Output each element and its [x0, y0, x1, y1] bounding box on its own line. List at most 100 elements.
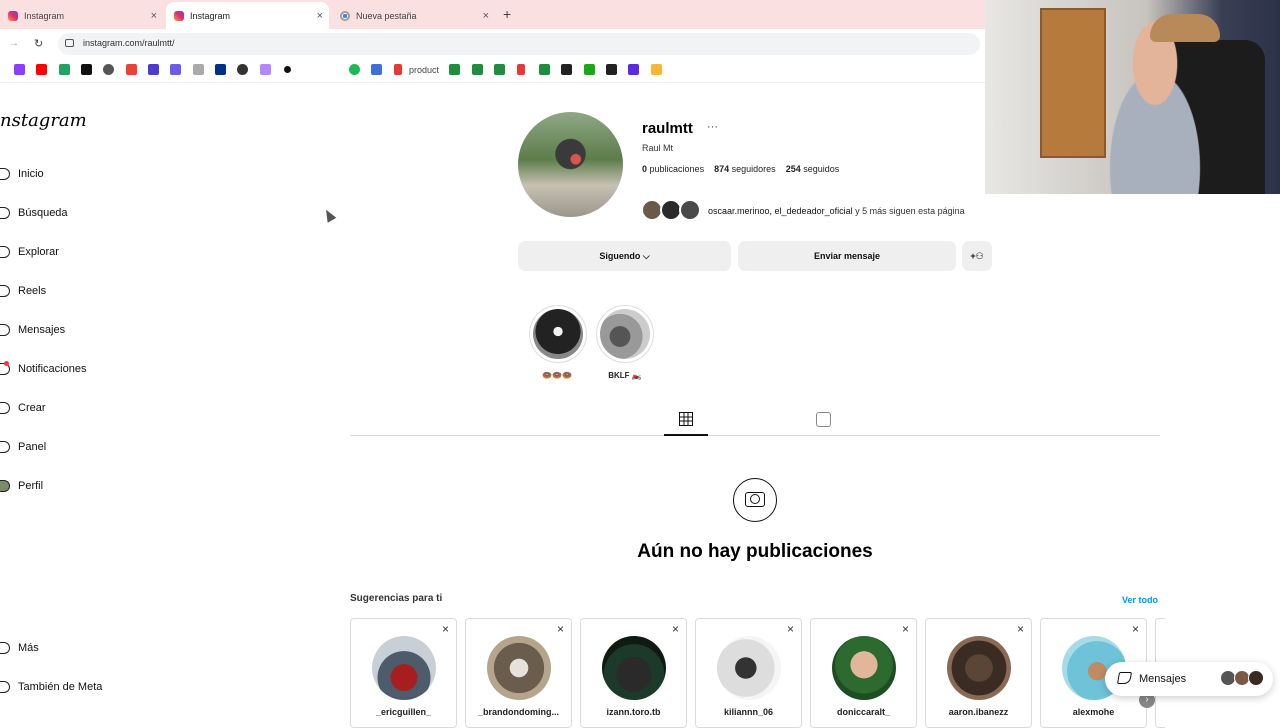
messages-pill-label[interactable]: Mensajes	[1139, 673, 1186, 685]
bookmark-icon[interactable]	[284, 66, 291, 73]
suggestion-avatar[interactable]	[602, 636, 666, 700]
suggestion-card[interactable]: × aaron.ibanezz	[925, 618, 1032, 728]
close-tab-icon[interactable]: ×	[317, 10, 323, 22]
sidebar-item-mensajes[interactable]: Mensajes	[0, 319, 65, 341]
address-bar[interactable]	[58, 33, 980, 55]
bookmark-icon[interactable]	[394, 64, 402, 75]
suggestion-avatar[interactable]	[947, 636, 1011, 700]
bookmark-icon[interactable]	[103, 64, 114, 75]
dismiss-icon[interactable]: ×	[557, 622, 564, 636]
close-tab-icon[interactable]: ×	[151, 10, 157, 22]
suggestion-avatar[interactable]	[832, 636, 896, 700]
bookmark-icon[interactable]	[561, 64, 572, 75]
tab-title: Instagram	[190, 10, 231, 21]
browser-tab-instagram-1[interactable]: Instagram ×	[0, 2, 163, 29]
add-person-icon[interactable]: +⁠⚇	[962, 241, 992, 271]
site-settings-icon[interactable]	[65, 39, 74, 47]
sheets-bookmark-icon[interactable]	[472, 64, 483, 75]
grid-icon[interactable]	[679, 412, 693, 426]
suggestion-username[interactable]: _ericguillen_	[351, 707, 456, 717]
browser-tab-instagram-2[interactable]: Instagram ×	[166, 2, 329, 29]
close-tab-icon[interactable]: ×	[483, 10, 489, 22]
plus-icon	[0, 402, 10, 414]
bookmark-icon[interactable]	[148, 64, 159, 75]
bookmark-icon[interactable]	[628, 64, 639, 75]
posts-label: publicaciones	[649, 164, 705, 174]
bookmark-icon[interactable]	[170, 64, 181, 75]
whatsapp-bookmark-icon[interactable]	[237, 64, 248, 75]
followers-label[interactable]: seguidores	[732, 164, 776, 174]
story-highlight[interactable]	[596, 305, 654, 363]
suggestion-username[interactable]: doniccaralt_	[811, 707, 916, 717]
bookmark-icon[interactable]	[517, 64, 525, 75]
dismiss-icon[interactable]: ×	[672, 622, 679, 636]
suggestion-avatar[interactable]	[717, 636, 781, 700]
sidebar-item-reels[interactable]: Reels	[0, 280, 46, 302]
spotify-bookmark-icon[interactable]	[349, 64, 360, 75]
new-tab-button[interactable]: +	[503, 6, 511, 22]
story-highlight[interactable]	[529, 305, 587, 363]
sidebar-item-label: También de Meta	[18, 681, 103, 693]
instagram-logo[interactable]: nstagram	[0, 110, 87, 131]
dismiss-icon[interactable]: ×	[1017, 622, 1024, 636]
sidebar-item-busqueda[interactable]: Búsqueda	[0, 202, 68, 224]
suggestion-card[interactable]: × izann.toro.tb	[580, 618, 687, 728]
suggestion-card[interactable]: × _ericguillen_	[350, 618, 457, 728]
sidebar-item-notificaciones[interactable]: Notificaciones	[0, 358, 86, 380]
followed-by-names[interactable]: oscaar.merinoo, el_dedeador_oficial	[708, 206, 853, 216]
tiktok-bookmark-icon[interactable]	[81, 64, 92, 75]
bookmark-icon[interactable]	[651, 64, 662, 75]
dismiss-icon[interactable]: ×	[442, 622, 449, 636]
followed-by-text[interactable]: oscaar.merinoo, el_dedeador_oficial y 5 …	[708, 206, 965, 216]
following-button[interactable]: Siguendo ⌵	[518, 241, 731, 271]
product-bookmark[interactable]: product	[409, 65, 439, 75]
suggestion-card[interactable]: × kiliannn_06	[695, 618, 802, 728]
bookmark-icon[interactable]	[371, 64, 382, 75]
sidebar-item-explorar[interactable]: Explorar	[0, 241, 59, 263]
bookmark-icon[interactable]	[606, 64, 617, 75]
dismiss-icon[interactable]: ×	[1132, 622, 1139, 636]
dismiss-icon[interactable]: ×	[902, 622, 909, 636]
profile-avatar[interactable]	[518, 112, 623, 217]
sidebar-item-panel[interactable]: Panel	[0, 436, 46, 458]
reload-icon[interactable]: ↻	[34, 37, 43, 50]
suggestion-card[interactable]: × doniccaralt_	[810, 618, 917, 728]
suggestion-username[interactable]: alexmohe	[1041, 707, 1146, 717]
suggestion-avatar[interactable]	[487, 636, 551, 700]
suggestion-card[interactable]: × _brandondoming...	[465, 618, 572, 728]
sheets-bookmark-icon[interactable]	[539, 64, 550, 75]
following-label[interactable]: seguidos	[803, 164, 839, 174]
avatar	[1248, 670, 1264, 686]
see-all-link[interactable]: Ver todo	[1122, 595, 1158, 605]
tab-active-indicator	[664, 434, 708, 436]
suggestion-username[interactable]: izann.toro.tb	[581, 707, 686, 717]
following-count[interactable]: 254	[786, 164, 801, 174]
bookmark-icon[interactable]	[260, 64, 271, 75]
suggestion-username[interactable]: aaron.ibanezz	[926, 707, 1031, 717]
followers-count[interactable]: 874	[714, 164, 729, 174]
suggestion-avatar[interactable]	[372, 636, 436, 700]
dismiss-icon[interactable]: ×	[787, 622, 794, 636]
suggestion-username[interactable]: _brandondoming...	[466, 707, 571, 717]
browser-tab-new[interactable]: Nueva pestaña ×	[332, 2, 495, 29]
twitch-bookmark-icon[interactable]	[14, 64, 25, 75]
sidebar-item-crear[interactable]: Crear	[0, 397, 46, 419]
send-message-button[interactable]: Enviar mensaje	[738, 241, 956, 271]
suggestion-username[interactable]: kiliannn_06	[696, 707, 801, 717]
bookmark-icon[interactable]	[59, 64, 70, 75]
sheets-bookmark-icon[interactable]	[449, 64, 460, 75]
sidebar-item-inicio[interactable]: Inicio	[0, 163, 44, 185]
sidebar-item-mas[interactable]: Más	[0, 637, 39, 659]
sidebar-item-perfil[interactable]: Perfil	[0, 475, 43, 497]
sheets-bookmark-icon[interactable]	[494, 64, 505, 75]
more-options-icon[interactable]: ···	[707, 121, 718, 133]
bookmark-icon[interactable]	[193, 64, 204, 75]
url-text[interactable]: instagram.com/raulmtt/	[83, 38, 175, 48]
sidebar-item-meta[interactable]: También de Meta	[0, 676, 102, 698]
gmail-bookmark-icon[interactable]	[126, 64, 137, 75]
tagged-icon[interactable]	[816, 412, 831, 427]
bookmark-icon[interactable]	[584, 64, 595, 75]
paypal-bookmark-icon[interactable]	[215, 64, 226, 75]
forward-icon[interactable]: →	[9, 38, 19, 49]
youtube-bookmark-icon[interactable]	[36, 64, 47, 75]
